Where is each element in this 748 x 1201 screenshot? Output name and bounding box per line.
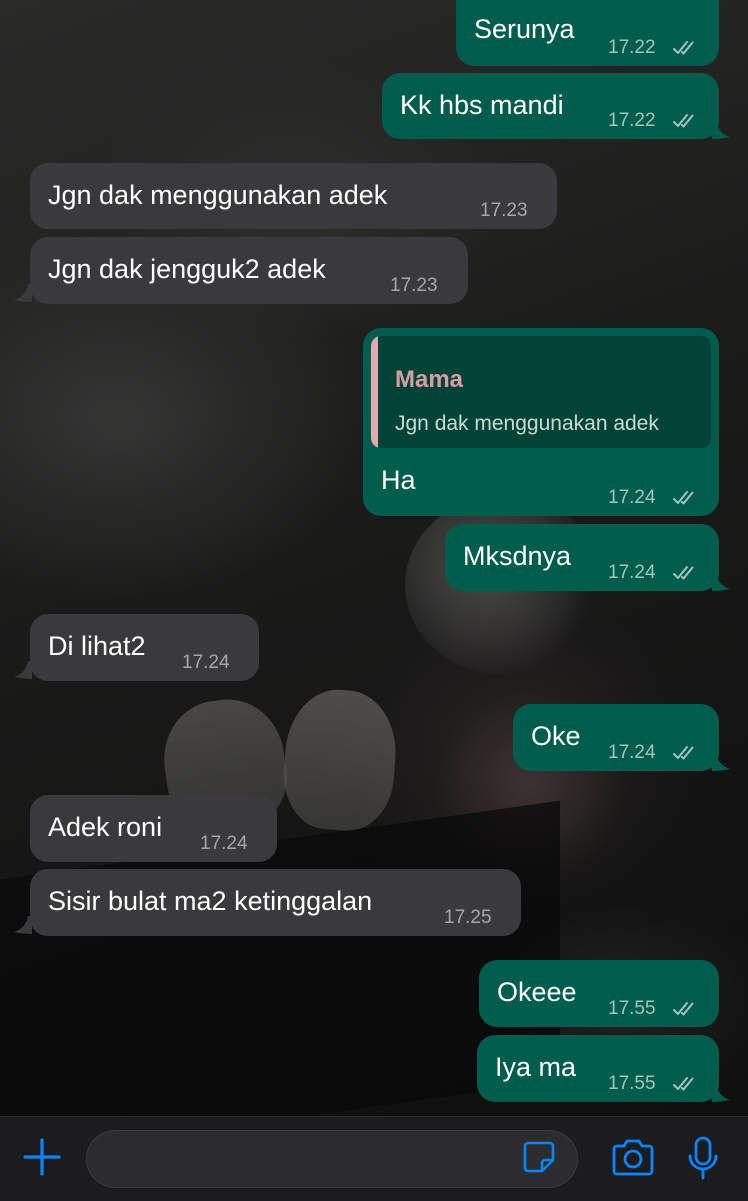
- message-bubble-incoming[interactable]: Jgn dak jengguk2 adek 17.23: [30, 237, 468, 304]
- message-bubble-incoming[interactable]: Adek roni 17.24: [30, 795, 277, 862]
- bubble-tail: [14, 661, 32, 679]
- message-bubble-incoming[interactable]: Sisir bulat ma2 ketinggalan 17.25: [30, 869, 521, 936]
- message-text: Oke: [531, 721, 581, 751]
- message-bubble-outgoing[interactable]: Serunya 17.22: [456, 0, 719, 66]
- message-text: Di lihat2: [48, 631, 146, 661]
- bubble-tail: [712, 753, 730, 771]
- sticker-icon[interactable]: [522, 1140, 556, 1174]
- double-check-icon: [673, 1077, 694, 1091]
- message-text: Okeee: [497, 977, 577, 1007]
- double-check-icon: [673, 746, 694, 760]
- message-bubble-outgoing[interactable]: Okeee 17.55: [479, 960, 719, 1027]
- bubble-tail: [712, 1084, 730, 1102]
- quoted-message[interactable]: Mama Jgn dak menggunakan adek: [371, 336, 711, 448]
- message-bubble-outgoing[interactable]: Oke 17.24: [513, 704, 719, 771]
- message-bubble-outgoing[interactable]: Iya ma 17.55: [477, 1035, 719, 1102]
- double-check-icon: [673, 114, 694, 128]
- message-time: 17.24: [608, 487, 656, 508]
- double-check-icon: [673, 491, 694, 505]
- message-text: Adek roni: [48, 812, 163, 842]
- double-check-icon: [673, 41, 694, 55]
- message-time: 17.24: [182, 652, 230, 673]
- message-text: Kk hbs mandi: [400, 90, 564, 120]
- message-time: 17.22: [608, 37, 656, 58]
- message-bubble-incoming[interactable]: Jgn dak menggunakan adek 17.23: [30, 163, 557, 229]
- message-bubble-reply[interactable]: Mama Jgn dak menggunakan adek Ha 17.24: [363, 328, 719, 516]
- message-time: 17.23: [480, 200, 528, 221]
- quoted-text: Jgn dak menggunakan adek: [395, 412, 659, 435]
- message-time: 17.24: [608, 742, 656, 763]
- plus-icon[interactable]: [22, 1137, 62, 1177]
- message-time: 17.24: [200, 833, 248, 854]
- camera-icon[interactable]: [610, 1138, 656, 1178]
- message-text: Jgn dak jengguk2 adek: [48, 254, 326, 284]
- double-check-icon: [673, 566, 694, 580]
- quote-accent-bar: [371, 336, 378, 448]
- message-input-field[interactable]: [86, 1130, 578, 1188]
- message-time: 17.55: [608, 998, 656, 1019]
- message-bubble-outgoing[interactable]: Mksdnya 17.24: [445, 524, 719, 591]
- message-time: 17.24: [608, 562, 656, 583]
- quoted-sender-name: Mama: [395, 366, 464, 393]
- message-input[interactable]: [107, 1141, 521, 1179]
- message-bubble-incoming[interactable]: Di lihat2 17.24: [30, 614, 259, 681]
- message-text: Sisir bulat ma2 ketinggalan: [48, 886, 373, 916]
- message-time: 17.55: [608, 1073, 656, 1094]
- message-text: Iya ma: [495, 1052, 577, 1082]
- bubble-tail: [14, 916, 32, 934]
- bubble-tail: [712, 573, 730, 591]
- message-text: Ha: [381, 465, 416, 495]
- message-bubble-outgoing[interactable]: Kk hbs mandi 17.22: [382, 73, 719, 139]
- message-time: 17.23: [390, 275, 438, 296]
- double-check-icon: [673, 1002, 694, 1016]
- message-time: 17.22: [608, 110, 656, 131]
- message-text: Jgn dak menggunakan adek: [48, 180, 388, 210]
- message-time: 17.25: [444, 907, 492, 928]
- bubble-tail: [14, 284, 32, 302]
- bubble-tail: [712, 121, 730, 139]
- wallpaper-shoe-right: [280, 686, 400, 834]
- microphone-icon[interactable]: [686, 1136, 720, 1180]
- message-text: Mksdnya: [463, 541, 572, 571]
- message-text: Serunya: [474, 14, 575, 44]
